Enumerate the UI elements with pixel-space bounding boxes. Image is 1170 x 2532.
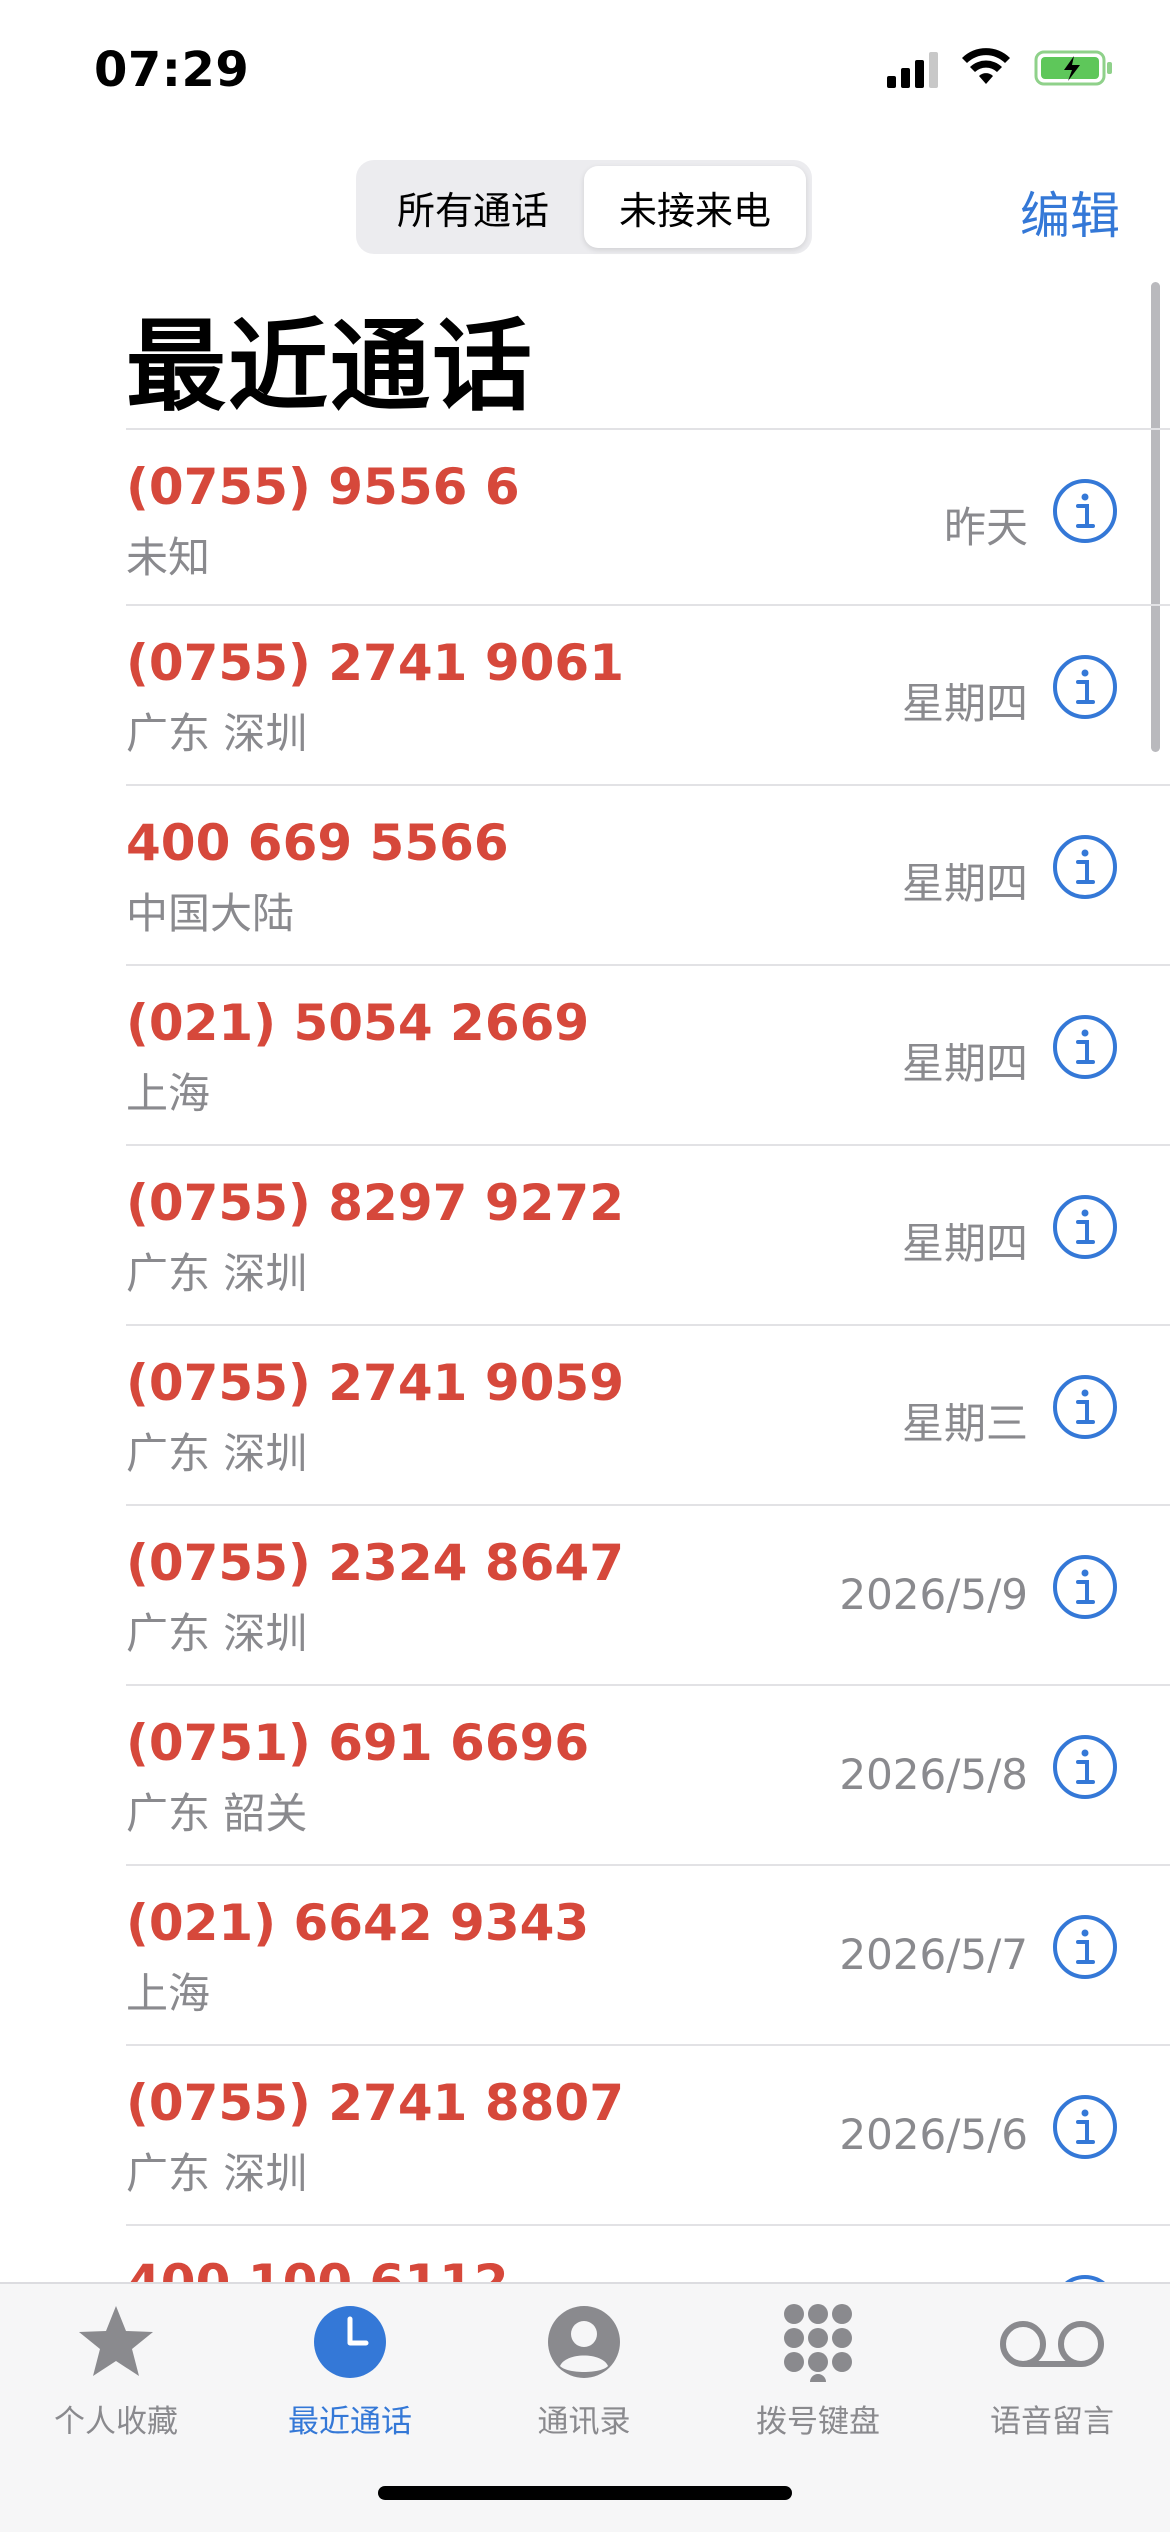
home-indicator[interactable] bbox=[378, 2486, 792, 2500]
call-location: 未知 bbox=[126, 533, 211, 582]
call-number: (0755) 2741 8807 bbox=[126, 2074, 624, 2132]
tab-recents[interactable]: 最近通话 bbox=[250, 2302, 450, 2441]
call-location: 广东 深圳 bbox=[126, 1429, 308, 1478]
call-number: (0755) 2741 9059 bbox=[126, 1354, 624, 1412]
segment-missed-calls[interactable]: 未接来电 bbox=[584, 166, 806, 248]
call-number: 400 669 5566 bbox=[126, 814, 509, 872]
info-icon[interactable] bbox=[1052, 654, 1118, 720]
tab-label: 拨号键盘 bbox=[756, 2404, 880, 2440]
keypad-icon bbox=[784, 2304, 852, 2382]
tab-label: 最近通话 bbox=[288, 2404, 412, 2440]
call-location: 中国大陆 bbox=[126, 889, 295, 938]
recents-screen: 07:29 所有通话 未接来电 编辑 最近通话 (0755) 9556 6 未知… bbox=[0, 0, 1170, 2532]
page-title: 最近通话 bbox=[126, 308, 534, 425]
info-icon[interactable] bbox=[1052, 2094, 1118, 2160]
call-location: 广东 深圳 bbox=[126, 1609, 308, 1658]
call-row[interactable]: (0755) 2741 9059 广东 深圳 星期三 bbox=[126, 1324, 1170, 1504]
call-number: (0755) 8297 9272 bbox=[126, 1174, 624, 1232]
call-number: (0755) 2324 8647 bbox=[126, 1534, 624, 1592]
tab-keypad[interactable]: 拨号键盘 bbox=[718, 2302, 918, 2441]
call-location: 广东 韶关 bbox=[126, 1789, 308, 1838]
call-number: (0755) 2741 9061 bbox=[126, 634, 624, 692]
info-icon[interactable] bbox=[1052, 1734, 1118, 1800]
call-row[interactable]: (0755) 2741 8807 广东 深圳 2026/5/6 bbox=[126, 2044, 1170, 2224]
info-icon[interactable] bbox=[1052, 1014, 1118, 1080]
segment-all-calls[interactable]: 所有通话 bbox=[362, 166, 584, 248]
call-date: 2026/5/7 bbox=[839, 1930, 1028, 1979]
call-date: 2026/5/6 bbox=[839, 2110, 1028, 2159]
tab-favorites[interactable]: 个人收藏 bbox=[16, 2302, 216, 2441]
person-icon bbox=[548, 2306, 620, 2378]
tab-contacts[interactable]: 通讯录 bbox=[484, 2302, 684, 2441]
star-icon bbox=[79, 2306, 153, 2376]
status-bar: 07:29 bbox=[0, 0, 1170, 150]
call-row[interactable]: (0751) 691 6696 广东 韶关 2026/5/8 bbox=[126, 1684, 1170, 1864]
call-number: (0755) 9556 6 bbox=[126, 458, 520, 516]
call-row[interactable]: (0755) 2741 9061 广东 深圳 星期四 bbox=[126, 604, 1170, 784]
info-icon[interactable] bbox=[1052, 1374, 1118, 1440]
call-number: (021) 5054 2669 bbox=[126, 994, 590, 1052]
call-location: 广东 深圳 bbox=[126, 2149, 308, 2198]
tab-label: 语音留言 bbox=[990, 2404, 1114, 2440]
status-time: 07:29 bbox=[94, 42, 250, 98]
recent-calls-list: (0755) 9556 6 未知 昨天 (0755) 2741 9061 广东 … bbox=[126, 428, 1170, 2404]
edit-button[interactable]: 编辑 bbox=[1020, 176, 1120, 248]
call-date: 昨天 bbox=[943, 503, 1028, 552]
status-icons bbox=[887, 48, 1114, 88]
info-icon[interactable] bbox=[1052, 1914, 1118, 1980]
call-date: 星期四 bbox=[901, 1219, 1028, 1268]
call-location: 广东 深圳 bbox=[126, 709, 308, 758]
battery-charging-icon bbox=[1034, 50, 1112, 86]
call-row[interactable]: (021) 5054 2669 上海 星期四 bbox=[126, 964, 1170, 1144]
call-date: 2026/5/8 bbox=[839, 1750, 1028, 1799]
call-number: (021) 6642 9343 bbox=[126, 1894, 590, 1952]
info-icon[interactable] bbox=[1052, 834, 1118, 900]
call-row[interactable]: (0755) 2324 8647 广东 深圳 2026/5/9 bbox=[126, 1504, 1170, 1684]
navigation-bar: 所有通话 未接来电 编辑 bbox=[0, 150, 1170, 270]
tab-voicemail[interactable]: 语音留言 bbox=[952, 2302, 1152, 2441]
calls-filter-segmented-control: 所有通话 未接来电 bbox=[356, 160, 812, 254]
tab-label: 通讯录 bbox=[537, 2404, 631, 2440]
voicemail-icon bbox=[1000, 2321, 1104, 2367]
call-date: 星期四 bbox=[901, 1039, 1028, 1088]
call-row[interactable]: (0755) 9556 6 未知 昨天 bbox=[126, 428, 1170, 604]
call-location: 广东 深圳 bbox=[126, 1249, 308, 1298]
info-icon[interactable] bbox=[1052, 1554, 1118, 1620]
cellular-signal-icon bbox=[887, 48, 938, 88]
call-date: 2026/5/9 bbox=[839, 1570, 1028, 1619]
info-icon[interactable] bbox=[1052, 478, 1118, 544]
call-date: 星期四 bbox=[901, 679, 1028, 728]
info-icon[interactable] bbox=[1052, 1194, 1118, 1260]
call-location: 上海 bbox=[126, 1069, 211, 1118]
call-row[interactable]: (0755) 8297 9272 广东 深圳 星期四 bbox=[126, 1144, 1170, 1324]
call-number: (0751) 691 6696 bbox=[126, 1714, 590, 1772]
clock-icon bbox=[314, 2306, 386, 2378]
call-row[interactable]: 400 669 5566 中国大陆 星期四 bbox=[126, 784, 1170, 964]
call-date: 星期三 bbox=[901, 1399, 1028, 1448]
call-location: 上海 bbox=[126, 1969, 211, 2018]
wifi-icon bbox=[962, 48, 1010, 84]
call-date: 星期四 bbox=[901, 859, 1028, 908]
tab-label: 个人收藏 bbox=[54, 2404, 178, 2440]
call-row[interactable]: (021) 6642 9343 上海 2026/5/7 bbox=[126, 1864, 1170, 2044]
